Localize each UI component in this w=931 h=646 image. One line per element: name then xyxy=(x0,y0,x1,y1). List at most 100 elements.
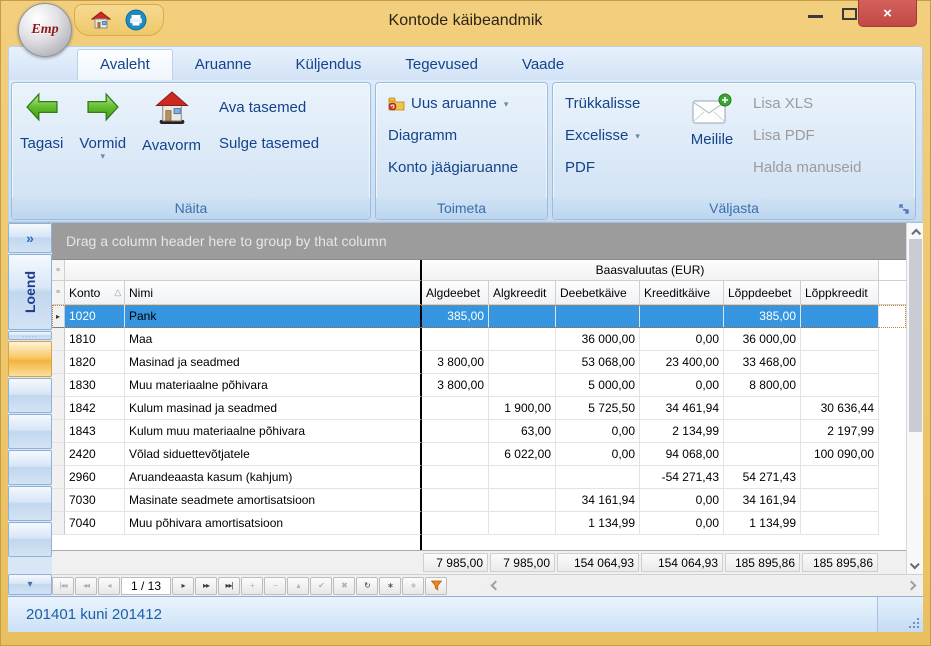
cell-value-3[interactable]: 0,00 xyxy=(640,489,724,512)
panel-segment[interactable] xyxy=(8,414,52,449)
group-by-bar[interactable]: Drag a column header here to group by th… xyxy=(52,223,906,260)
cell-value-5[interactable] xyxy=(801,328,879,351)
nav-append-button[interactable]: + xyxy=(241,577,263,595)
cell-value-5[interactable] xyxy=(801,512,879,535)
nav-blank-record-alt-button[interactable]: ∗ xyxy=(402,577,424,595)
cell-value-3[interactable] xyxy=(640,305,724,328)
column-header-kreeditkaive[interactable]: Kreeditkäive xyxy=(640,281,724,305)
cell-value-1[interactable] xyxy=(489,374,556,397)
cell-nimi[interactable]: Kulum masinad ja seadmed xyxy=(125,397,422,420)
cell-value-2[interactable] xyxy=(556,305,640,328)
horizontal-scrollbar[interactable] xyxy=(486,577,921,595)
cell-konto[interactable]: 7040 xyxy=(65,512,125,535)
expand-panel-button[interactable]: » xyxy=(8,223,52,253)
nav-first-button[interactable]: |◂◂ xyxy=(52,577,74,595)
cell-value-1[interactable]: 6 022,00 xyxy=(489,443,556,466)
ava-tasemed-button[interactable]: Ava tasemed xyxy=(219,99,319,116)
table-row[interactable]: 1820Masinad ja seadmed3 800,0053 068,002… xyxy=(52,351,906,374)
nav-prev-page-button[interactable]: ◂◂ xyxy=(75,577,97,595)
cell-value-1[interactable]: 63,00 xyxy=(489,420,556,443)
cell-value-2[interactable]: 34 161,94 xyxy=(556,489,640,512)
panel-segment[interactable] xyxy=(8,522,52,557)
tab-tegevused[interactable]: Tegevused xyxy=(383,50,500,80)
cell-value-4[interactable] xyxy=(724,397,801,420)
cell-value-2[interactable]: 0,00 xyxy=(556,420,640,443)
cell-value-3[interactable]: 0,00 xyxy=(640,512,724,535)
panel-splitter[interactable]: ..... xyxy=(8,331,52,340)
cell-value-4[interactable]: 8 800,00 xyxy=(724,374,801,397)
cell-value-3[interactable]: 0,00 xyxy=(640,374,724,397)
konto-jaagiaruanne-button[interactable]: Konto jäägiaruanne xyxy=(388,159,518,176)
scroll-up-icon[interactable] xyxy=(907,223,923,239)
cell-value-5[interactable]: 30 636,44 xyxy=(801,397,879,420)
table-row[interactable]: ▸1020Pank385,00385,00 xyxy=(52,305,906,328)
table-row[interactable]: 7030Masinate seadmete amortisatsioon 34 1… xyxy=(52,489,906,512)
column-chooser-icon[interactable]: ≡ xyxy=(52,281,65,305)
cell-value-2[interactable]: 5 000,00 xyxy=(556,374,640,397)
table-row[interactable]: 2960Aruandeaasta kasum (kahjum)-54 271,4… xyxy=(52,466,906,489)
cell-value-2[interactable]: 36 000,00 xyxy=(556,328,640,351)
sidebar-item-loend[interactable]: Loend xyxy=(8,254,52,330)
nav-prev-button[interactable]: ◂ xyxy=(98,577,120,595)
nav-delete-button[interactable]: − xyxy=(264,577,286,595)
cell-value-2[interactable] xyxy=(556,466,640,489)
panel-collapse-button[interactable]: ▾ xyxy=(8,574,52,595)
column-chooser-icon[interactable]: ≡ xyxy=(52,260,65,281)
table-row[interactable]: 2420Võlad siduettevõtjatele6 022,000,009… xyxy=(52,443,906,466)
cell-konto[interactable]: 1810 xyxy=(65,328,125,351)
close-button[interactable]: × xyxy=(858,0,917,27)
cell-konto[interactable]: 1842 xyxy=(65,397,125,420)
cell-konto[interactable]: 2420 xyxy=(65,443,125,466)
cell-value-1[interactable] xyxy=(489,328,556,351)
cell-value-5[interactable] xyxy=(801,489,879,512)
cell-value-1[interactable] xyxy=(489,512,556,535)
cell-konto[interactable]: 1020 xyxy=(65,305,125,328)
cell-konto[interactable]: 1820 xyxy=(65,351,125,374)
nav-cancel-button[interactable]: ✖ xyxy=(333,577,355,595)
cell-value-1[interactable] xyxy=(489,489,556,512)
halda-manuseid-button[interactable]: Halda manuseid xyxy=(753,159,861,176)
cell-value-5[interactable] xyxy=(801,466,879,489)
nav-post-button[interactable]: ✔ xyxy=(310,577,332,595)
cell-value-1[interactable] xyxy=(489,305,556,328)
excelisse-button[interactable]: Excelisse ▾ xyxy=(565,127,661,144)
cell-value-0[interactable]: 3 800,00 xyxy=(422,374,489,397)
cell-nimi[interactable]: Masinate seadmete amortisatsioon xyxy=(125,489,422,512)
nav-refresh-button[interactable]: ↻ xyxy=(356,577,378,595)
scroll-right-icon[interactable] xyxy=(907,581,917,591)
cell-value-4[interactable]: 33 468,00 xyxy=(724,351,801,374)
cell-value-0[interactable] xyxy=(422,443,489,466)
application-menu-button[interactable]: Emp xyxy=(18,3,72,57)
cell-nimi[interactable]: Aruandeaasta kasum (kahjum) xyxy=(125,466,422,489)
minimize-button[interactable] xyxy=(808,15,823,18)
nav-next-button[interactable]: ▸ xyxy=(172,577,194,595)
table-row[interactable]: 1830Muu materiaalne põhivara3 800,005 00… xyxy=(52,374,906,397)
cell-nimi[interactable]: Maa xyxy=(125,328,422,351)
column-header-deebetkaive[interactable]: Deebetkäive xyxy=(556,281,640,305)
sulge-tasemed-button[interactable]: Sulge tasemed xyxy=(219,135,319,152)
cell-value-0[interactable]: 3 800,00 xyxy=(422,351,489,374)
cell-value-5[interactable] xyxy=(801,305,879,328)
nav-filter-button[interactable] xyxy=(425,577,447,595)
tab-kuljendus[interactable]: Küljendus xyxy=(273,50,383,80)
cell-value-3[interactable]: 94 068,00 xyxy=(640,443,724,466)
nav-next-page-button[interactable]: ▸▸ xyxy=(195,577,217,595)
cell-nimi[interactable]: Muu põhivara amortisatsioon xyxy=(125,512,422,535)
cell-value-0[interactable]: 385,00 xyxy=(422,305,489,328)
cell-konto[interactable]: 7030 xyxy=(65,489,125,512)
cell-value-3[interactable]: 0,00 xyxy=(640,328,724,351)
resize-grip-icon[interactable] xyxy=(917,626,919,628)
vertical-scrollbar-thumb[interactable] xyxy=(909,239,922,432)
pdf-button[interactable]: PDF xyxy=(565,159,661,176)
table-row[interactable]: 7040Muu põhivara amortisatsioon1 134,990… xyxy=(52,512,906,535)
cell-value-0[interactable] xyxy=(422,328,489,351)
panel-segment[interactable] xyxy=(8,450,52,485)
panel-segment[interactable] xyxy=(8,378,52,413)
scroll-down-icon[interactable] xyxy=(907,558,923,574)
vertical-scrollbar[interactable] xyxy=(906,223,923,574)
table-row[interactable]: 1810Maa36 000,000,0036 000,00 xyxy=(52,328,906,351)
cell-konto[interactable]: 1830 xyxy=(65,374,125,397)
table-row[interactable]: 1842Kulum masinad ja seadmed1 900,005 72… xyxy=(52,397,906,420)
cell-nimi[interactable]: Kulum muu materiaalne põhivara xyxy=(125,420,422,443)
column-header-loppdeebet[interactable]: Lõppdeebet xyxy=(724,281,801,305)
